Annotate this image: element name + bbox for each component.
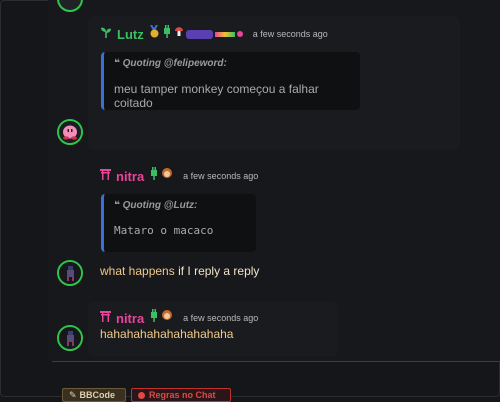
username[interactable]: nitra xyxy=(116,169,144,184)
code-icon: ✎ xyxy=(69,389,77,400)
username[interactable]: nitra xyxy=(116,311,144,326)
quote-block: ❝ Quoting @felipeword: meu tamper monkey… xyxy=(101,52,360,110)
pixel-character-avatar-icon xyxy=(59,327,81,349)
timestamp: a few seconds ago xyxy=(183,171,259,181)
heart-icon xyxy=(236,31,243,37)
kirby-avatar-icon xyxy=(59,121,81,143)
quote-author: Quoting @felipeword: xyxy=(122,58,227,69)
quote-header: ❝ Quoting @felipeword: xyxy=(114,58,350,69)
mushroom-icon xyxy=(174,25,184,43)
character-icon xyxy=(161,309,173,327)
quote-header: ❝ Quoting @Lutz: xyxy=(114,200,246,211)
message-text-highlight: what happens xyxy=(100,264,175,278)
chat-rules-button[interactable]: Regras no Chat xyxy=(131,388,231,402)
medal-icon xyxy=(149,24,160,43)
avatar[interactable] xyxy=(57,325,83,351)
username[interactable]: Lutz xyxy=(117,27,144,42)
quote-block: ❝ Quoting @Lutz: Mataro o macaco xyxy=(101,194,256,252)
message-header: nitra a few seconds ago xyxy=(100,309,258,327)
pixel-character-avatar-icon xyxy=(59,262,81,284)
quote-marks-icon: ❝ xyxy=(114,200,120,211)
quote-text: Mataro o macaco xyxy=(114,224,214,237)
message-text: what happens if I reply a reply xyxy=(100,264,259,278)
user-badges xyxy=(149,309,173,327)
timestamp: a few seconds ago xyxy=(252,29,328,39)
banner-badge-icon xyxy=(185,29,213,39)
plug-icon xyxy=(162,25,172,43)
quote-marks-icon: ❝ xyxy=(114,58,120,69)
user-badges xyxy=(149,24,243,43)
avatar[interactable] xyxy=(57,119,83,145)
quote-author: Quoting @Lutz: xyxy=(122,200,198,211)
user-badges xyxy=(149,167,173,185)
sprout-icon xyxy=(100,25,112,43)
character-icon xyxy=(161,167,173,185)
message-text: hahahahahahahahahaha xyxy=(100,327,234,341)
rainbow-badge-icon xyxy=(214,31,235,37)
shrine-icon xyxy=(100,309,111,327)
message-header: nitra a few seconds ago xyxy=(100,167,258,185)
quote-text: meu tamper monkey começou a falhar coita… xyxy=(114,82,319,110)
composer-divider xyxy=(52,361,500,362)
rules-icon xyxy=(138,391,145,399)
plug-icon xyxy=(149,167,159,185)
avatar[interactable] xyxy=(57,260,83,286)
chat-rules-label: Regras no Chat xyxy=(149,390,216,400)
bbcode-label: BBCode xyxy=(79,390,116,400)
message-text-rest: if I reply a reply xyxy=(174,264,260,278)
timestamp: a few seconds ago xyxy=(183,313,259,323)
bbcode-button[interactable]: ✎ BBCode xyxy=(62,388,126,402)
plug-icon xyxy=(149,309,159,327)
message-header: Lutz a few seconds ago xyxy=(100,24,328,43)
shrine-icon xyxy=(100,167,111,185)
